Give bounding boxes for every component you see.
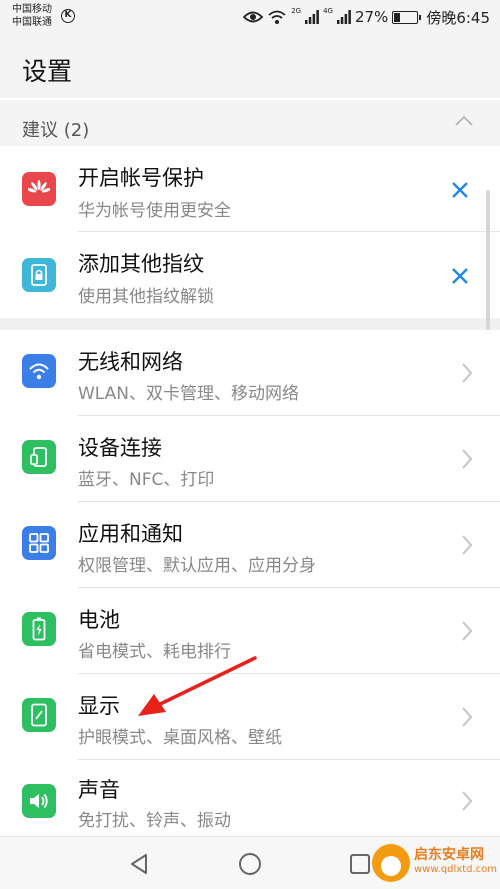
device-connection-icon — [22, 440, 56, 474]
suggestion-title: 开启帐号保护 — [78, 166, 204, 190]
battery-icon — [22, 612, 56, 646]
watermark-url: www.qdlxtd.com — [414, 864, 497, 875]
display-icon — [22, 698, 56, 732]
row-title: 设备连接 — [78, 436, 162, 460]
apps-grid-icon — [22, 526, 56, 560]
chevron-right-icon — [462, 535, 473, 555]
row-title: 应用和通知 — [78, 522, 183, 546]
carrier-labels: 中国移动 中国联通 — [12, 3, 52, 29]
battery-percent: 27% — [354, 8, 389, 26]
suggestion-subtitle: 华为帐号使用更安全 — [78, 201, 231, 221]
battery-status-icon — [392, 10, 422, 24]
row-title: 无线和网络 — [78, 350, 183, 374]
clock: 傍晚6:45 — [426, 8, 490, 27]
row-title: 显示 — [78, 694, 120, 718]
suggestion-account-protection[interactable]: 开启帐号保护 华为帐号使用更安全 — [0, 146, 500, 232]
suggestion-title: 添加其他指纹 — [78, 252, 204, 276]
annotation-arrow-icon — [138, 656, 257, 716]
status-indicators: 2G 4G 27% 傍晚6:45 — [243, 7, 490, 27]
row-subtitle: 护眼模式、桌面风格、壁纸 — [78, 728, 282, 748]
chevron-right-icon — [462, 621, 473, 641]
settings-row-apps-notifications[interactable]: 应用和通知 权限管理、默认应用、应用分身 — [0, 502, 500, 588]
wifi-icon — [22, 354, 56, 388]
settings-row-wireless[interactable]: 无线和网络 WLAN、双卡管理、移动网络 — [0, 330, 500, 416]
suggestion-subtitle: 使用其他指纹解锁 — [78, 287, 214, 307]
app-header: 设置 — [0, 36, 500, 98]
fingerprint-lock-icon — [22, 258, 56, 292]
battery-fill — [394, 12, 401, 22]
chevron-right-icon — [462, 791, 473, 811]
chevron-right-icon — [462, 707, 473, 727]
back-icon[interactable] — [128, 853, 150, 875]
watermark-logo-icon — [372, 844, 410, 882]
suggestion-add-fingerprint[interactable]: 添加其他指纹 使用其他指纹解锁 — [0, 232, 500, 318]
row-subtitle: 蓝牙、NFC、打印 — [78, 470, 215, 490]
suggestions-header[interactable]: 建议 (2) — [0, 100, 500, 146]
settings-row-sound[interactable]: 声音 免打扰、铃声、振动 — [0, 760, 500, 836]
close-icon[interactable] — [450, 180, 470, 200]
carrier-2: 中国联通 — [12, 17, 52, 28]
signal-1-icon — [305, 10, 319, 24]
row-title: 电池 — [78, 608, 120, 632]
suggestions-title: 建议 (2) — [22, 120, 90, 141]
network-4g-label: 4G — [323, 7, 333, 15]
row-subtitle: WLAN、双卡管理、移动网络 — [78, 384, 300, 404]
watermark-name: 启东安卓网 — [414, 847, 484, 863]
network-2g-label: 2G — [291, 7, 302, 15]
eye-icon — [243, 11, 264, 23]
chevron-right-icon — [462, 363, 473, 383]
wifi-status-icon — [268, 10, 286, 24]
k-badge-icon: K — [61, 9, 75, 23]
settings-row-device-connection[interactable]: 设备连接 蓝牙、NFC、打印 — [0, 416, 500, 502]
chevron-right-icon — [462, 449, 473, 469]
section-separator — [0, 318, 500, 330]
close-icon[interactable] — [450, 266, 470, 286]
row-title: 声音 — [78, 778, 120, 802]
status-bar: 中国移动 中国联通 K 2G 4G 27% 傍晚6:45 — [0, 0, 500, 36]
watermark: 启东安卓网 www.qdlxtd.com — [372, 840, 497, 886]
home-icon[interactable] — [238, 852, 262, 876]
row-subtitle: 免打扰、铃声、振动 — [78, 811, 231, 831]
scrollbar[interactable] — [486, 190, 490, 330]
page-title: 设置 — [22, 57, 73, 86]
row-subtitle: 权限管理、默认应用、应用分身 — [78, 556, 316, 576]
huawei-logo-icon — [22, 172, 56, 206]
signal-2-icon — [336, 10, 351, 24]
chevron-up-icon[interactable] — [454, 114, 474, 128]
recent-apps-icon[interactable] — [350, 854, 370, 874]
speaker-icon — [22, 784, 56, 818]
carrier-1: 中国移动 — [12, 4, 52, 15]
